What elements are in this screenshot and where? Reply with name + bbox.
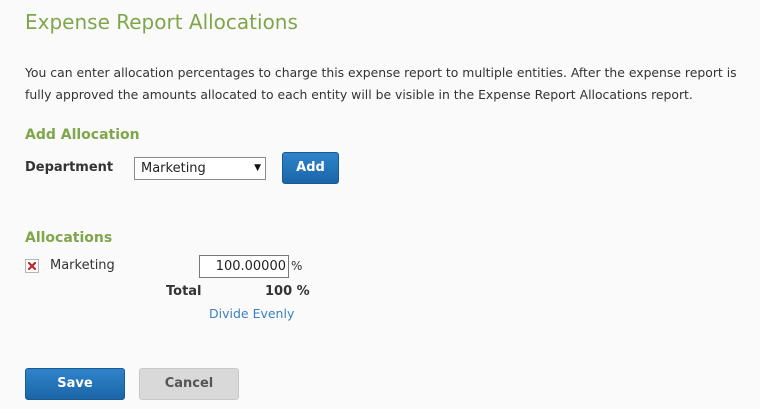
chevron-down-icon: ▼ [254,163,261,173]
add-allocation-heading: Add Allocation [25,127,140,143]
close-x-icon [27,261,37,271]
save-button[interactable]: Save [25,368,125,400]
department-select-value: Marketing [141,161,206,176]
total-value: 100 % [265,284,310,299]
add-button[interactable]: Add [282,152,339,184]
cancel-button[interactable]: Cancel [139,368,239,400]
percent-sign: % [291,259,303,273]
remove-allocation-icon[interactable] [25,259,39,273]
allocations-heading: Allocations [25,230,113,246]
total-label: Total [166,284,202,299]
department-label: Department [25,160,114,175]
allocation-name: Marketing [50,258,115,273]
allocation-percentage-input[interactable] [199,255,289,278]
expense-allocations-page: Expense Report Allocations You can enter… [0,0,760,409]
department-select[interactable]: Marketing ▼ [134,157,266,180]
divide-evenly-link[interactable]: Divide Evenly [209,306,294,321]
page-title: Expense Report Allocations [25,10,298,34]
intro-text: You can enter allocation percentages to … [25,65,737,102]
